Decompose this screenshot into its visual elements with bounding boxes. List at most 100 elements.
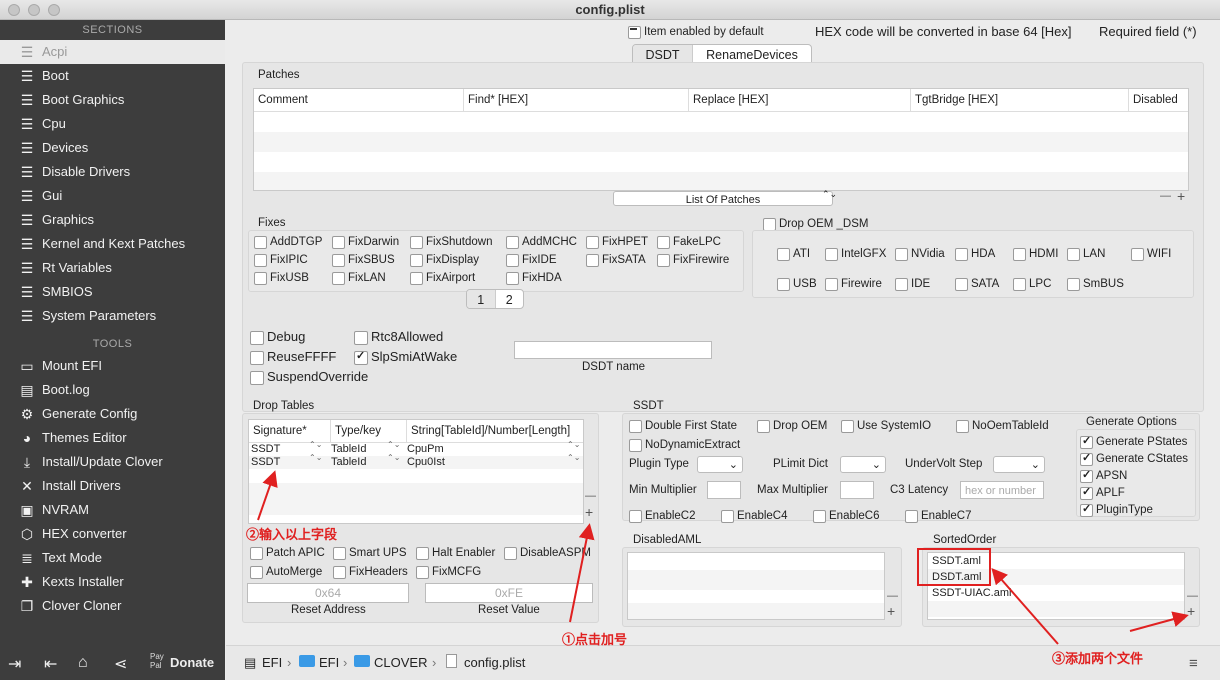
fixsata-checkbox[interactable]: FixSATA (586, 253, 646, 267)
sidebar-item-acpi[interactable]: ☰ Acpi (0, 40, 225, 64)
sidebar-tool-kexts-installer[interactable]: ✚ Kexts Installer (0, 570, 225, 594)
addmchc-checkbox[interactable]: AddMCHC (506, 235, 577, 249)
fixheaders-checkbox[interactable]: FixHeaders (333, 565, 408, 579)
home-icon[interactable]: ⌂ (78, 654, 88, 672)
table-row[interactable] (254, 132, 1188, 152)
reset-value-input[interactable]: 0xFE (425, 583, 593, 603)
fixdisplay-checkbox[interactable]: FixDisplay (410, 253, 479, 267)
cell-str[interactable]: Cpu0Ist (407, 456, 445, 469)
smbus-checkbox[interactable]: SmBUS (1067, 277, 1124, 291)
list-item[interactable]: SSDT-UIAC.aml (928, 585, 1184, 601)
table-row[interactable] (254, 172, 1188, 190)
fixhda-checkbox[interactable]: FixHDA (506, 271, 562, 285)
disabledaml-list[interactable] (627, 552, 885, 620)
col-find[interactable]: Find* [HEX] (464, 89, 689, 111)
updown-icon[interactable]: ⌃⌄ (309, 441, 322, 449)
nooemtableid-checkbox[interactable]: NoOemTableId (956, 419, 1049, 433)
export-icon[interactable]: ⇤ (44, 654, 57, 674)
path-segment[interactable]: CLOVER (374, 655, 427, 670)
aplf-checkbox[interactable]: APLF (1080, 485, 1125, 500)
sidebar-item-gui[interactable]: ☰ Gui (0, 184, 225, 208)
halt-enabler-checkbox[interactable]: Halt Enabler (416, 546, 495, 560)
col-replace[interactable]: Replace [HEX] (689, 89, 911, 111)
fixdarwin-checkbox[interactable]: FixDarwin (332, 235, 399, 249)
cell-type[interactable]: TableId (331, 443, 366, 456)
max-multiplier-input[interactable] (840, 481, 874, 499)
intelgfx-checkbox[interactable]: IntelGFX (825, 247, 886, 261)
import-icon[interactable]: ⇥ (8, 654, 21, 674)
updown-icon[interactable]: ⌃⌄ (387, 454, 400, 462)
nvidia-checkbox[interactable]: NVidia (895, 247, 945, 261)
table-row[interactable]: SSDT TableId Cpu0Ist ⌃⌄ ⌃⌄ ⌃⌄ (249, 454, 583, 469)
col-string[interactable]: String[TableId]/Number[Length] (407, 420, 583, 442)
firewire-checkbox[interactable]: Firewire (825, 277, 882, 291)
enablec2-checkbox[interactable]: EnableC2 (629, 509, 696, 523)
lan-checkbox[interactable]: LAN (1067, 247, 1105, 261)
fixshutdown-checkbox[interactable]: FixShutdown (410, 235, 492, 249)
fixhpet-checkbox[interactable]: FixHPET (586, 235, 648, 249)
sidebar-tool-themes-editor[interactable]: ◕ Themes Editor (0, 426, 225, 450)
ide-checkbox[interactable]: IDE (895, 277, 930, 291)
cell-sig[interactable]: SSDT (251, 443, 280, 456)
updown-icon[interactable]: ⌃⌄ (309, 454, 322, 462)
wifi-checkbox[interactable]: WIFI (1131, 247, 1171, 261)
sidebar-item-graphics[interactable]: ☰ Graphics (0, 208, 225, 232)
donate-button[interactable]: Donate (170, 655, 214, 670)
remove-drop-table-button[interactable]: — (585, 490, 596, 502)
fixipic-checkbox[interactable]: FixIPIC (254, 253, 308, 267)
fixfirewire-checkbox[interactable]: FixFirewire (657, 253, 729, 267)
smart-ups-checkbox[interactable]: Smart UPS (333, 546, 407, 560)
fixlan-checkbox[interactable]: FixLAN (332, 271, 386, 285)
min-multiplier-input[interactable] (707, 481, 741, 499)
sidebar-tool-install-update-clover[interactable]: ⤓ Install/Update Clover (0, 450, 225, 474)
fixairport-checkbox[interactable]: FixAirport (410, 271, 475, 285)
sidebar-item-smbios[interactable]: ☰ SMBIOS (0, 280, 225, 304)
cell-type[interactable]: TableId (331, 456, 366, 469)
updown-icon[interactable]: ⌃⌄ (567, 454, 580, 462)
fakelpc-checkbox[interactable]: FakeLPC (657, 235, 721, 249)
path-segment[interactable]: EFI (319, 655, 339, 670)
fixusb-checkbox[interactable]: FixUSB (254, 271, 309, 285)
enablec6-checkbox[interactable]: EnableC6 (813, 509, 880, 523)
remove-sortedorder-button[interactable]: — (1187, 590, 1198, 602)
generate-cstates-checkbox[interactable]: Generate CStates (1080, 451, 1188, 466)
disableaspm-checkbox[interactable]: DisableASPM (504, 546, 591, 560)
list-item[interactable] (628, 603, 884, 619)
dsdt-name-input[interactable] (514, 341, 712, 359)
list-item[interactable] (928, 601, 1184, 617)
col-tgtbridge[interactable]: TgtBridge [HEX] (911, 89, 1129, 111)
undervolt-select[interactable]: ⌄ (993, 456, 1045, 473)
close-window-button[interactable] (8, 4, 20, 16)
add-sortedorder-button[interactable]: + (1187, 603, 1195, 619)
fixes-page-1[interactable]: 1 (467, 290, 496, 308)
patch-apic-checkbox[interactable]: Patch APIC (250, 546, 325, 560)
fixide-checkbox[interactable]: FixIDE (506, 253, 557, 267)
enablec4-checkbox[interactable]: EnableC4 (721, 509, 788, 523)
sidebar-item-kernel-and-kext-patches[interactable]: ☰ Kernel and Kext Patches (0, 232, 225, 256)
reuseffff-checkbox[interactable]: ReuseFFFF (250, 350, 336, 365)
plimit-select[interactable]: ⌄ (840, 456, 886, 473)
cell-str[interactable]: CpuPm (407, 443, 444, 456)
sidebar-item-boot-graphics[interactable]: ☰ Boot Graphics (0, 88, 225, 112)
use-systemio-checkbox[interactable]: Use SystemIO (841, 419, 931, 433)
sidebar-item-rt-variables[interactable]: ☰ Rt Variables (0, 256, 225, 280)
path-segment[interactable]: config.plist (464, 655, 525, 670)
hda-checkbox[interactable]: HDA (955, 247, 995, 261)
patches-table[interactable]: Comment Find* [HEX] Replace [HEX] TgtBri… (253, 88, 1189, 191)
ati-checkbox[interactable]: ATI (777, 247, 810, 261)
add-patch-button[interactable]: + (1177, 188, 1185, 204)
sidebar-item-boot[interactable]: ☰ Boot (0, 64, 225, 88)
add-drop-table-button[interactable]: + (585, 504, 593, 520)
suspendoverride-checkbox[interactable]: SuspendOverride (250, 370, 368, 385)
usb-checkbox[interactable]: USB (777, 277, 817, 291)
cell-sig[interactable]: SSDT (251, 456, 280, 469)
enablec7-checkbox[interactable]: EnableC7 (905, 509, 972, 523)
lpc-checkbox[interactable]: LPC (1013, 277, 1051, 291)
drop-oem-dsm-checkbox[interactable]: Drop OEM _DSM (763, 217, 868, 231)
menu-icon[interactable]: ≡ (1189, 655, 1198, 672)
col-signature[interactable]: Signature* (249, 420, 331, 442)
debug-checkbox[interactable]: Debug (250, 330, 305, 345)
sidebar-item-cpu[interactable]: ☰ Cpu (0, 112, 225, 136)
col-typekey[interactable]: Type/key (331, 420, 407, 442)
hdmi-checkbox[interactable]: HDMI (1013, 247, 1058, 261)
